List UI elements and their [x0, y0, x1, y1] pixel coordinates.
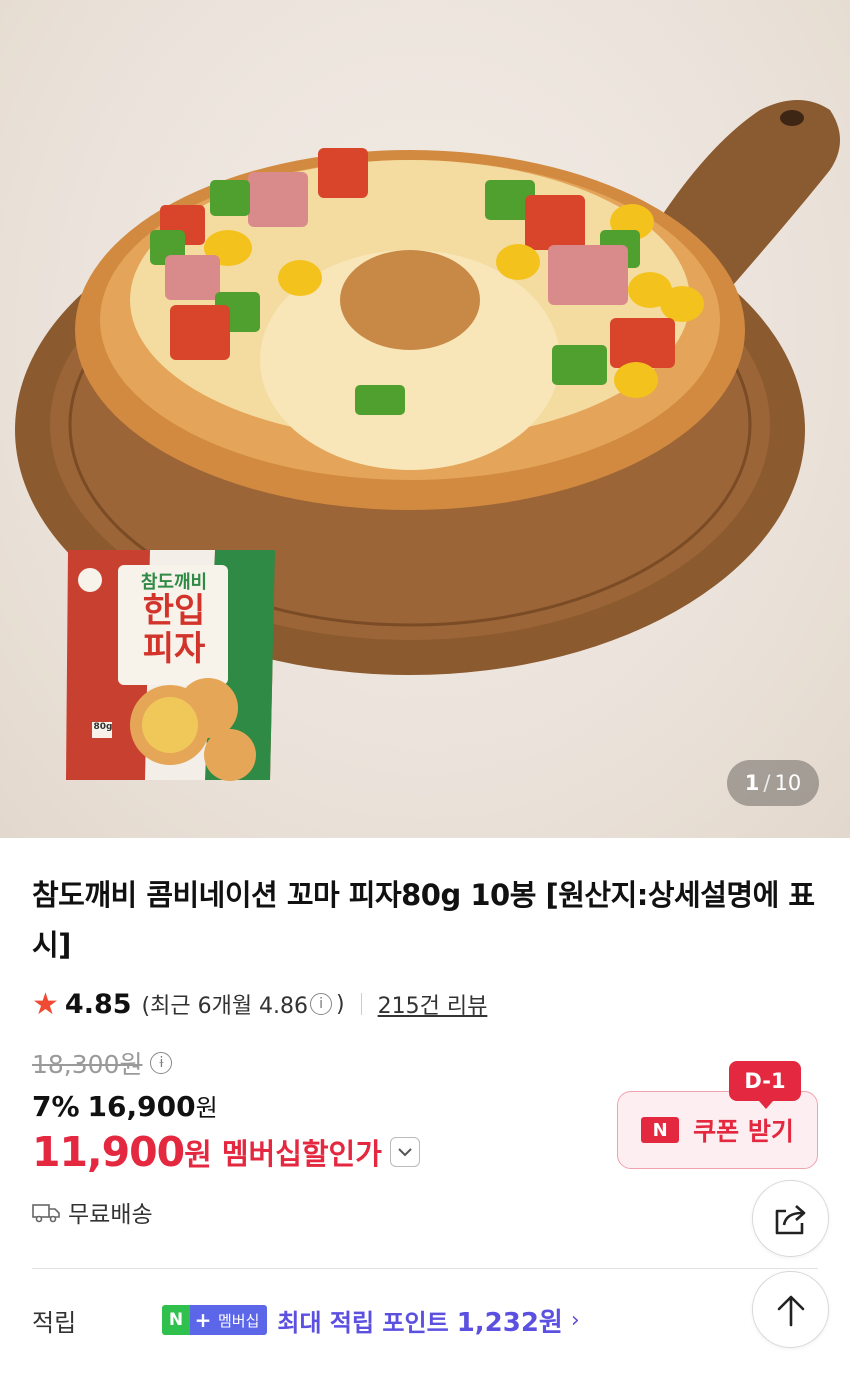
truck-icon — [32, 1204, 60, 1223]
original-price-row: 18,300원 i — [32, 1045, 176, 1081]
discount-price-row: 7% 16,900원 — [32, 1088, 218, 1123]
plus-icon: + — [190, 1305, 216, 1335]
member-price-unit: 원 — [184, 1138, 212, 1173]
discounted-price-unit: 원 — [195, 1094, 218, 1122]
max-points-amount: 1,232원 — [456, 1307, 563, 1338]
product-image-gallery[interactable]: 참도깨비 한입 피자 80g 1 / 10 — [0, 0, 850, 838]
gallery-total: 10 — [774, 771, 802, 795]
coupon-label: 쿠폰 받기 — [693, 1117, 794, 1146]
scroll-to-top-button[interactable] — [752, 1271, 829, 1348]
arrow-up-icon — [777, 1295, 804, 1326]
section-divider — [32, 1268, 818, 1269]
max-points-label: 최대 적립 포인트 — [277, 1308, 449, 1337]
discount-rate: 7% — [32, 1090, 80, 1123]
divider — [360, 993, 362, 1015]
package-name-line2: 피자 — [142, 629, 206, 669]
package-name-line1: 한입 — [142, 591, 206, 631]
original-price: 18,300원 — [32, 1050, 143, 1079]
chevron-down-icon[interactable] — [389, 1137, 420, 1167]
member-price: 11,900 — [32, 1128, 185, 1176]
share-icon — [775, 1204, 805, 1234]
recent-rating-close: ) — [336, 991, 345, 1017]
naver-plus-membership-badge: N + 멤버십 — [162, 1305, 268, 1335]
share-button[interactable] — [752, 1180, 829, 1257]
points-label: 적립 — [32, 1308, 77, 1337]
membership-badge-text: 멤버십 — [216, 1305, 268, 1335]
dday-badge: D-1 — [729, 1061, 801, 1109]
shipping-row: 무료배송 — [32, 1195, 153, 1229]
discounted-price: 16,900 — [87, 1090, 196, 1123]
recent-rating-text: (최근 6개월 4.86 — [141, 994, 309, 1019]
pizza-photo — [15, 100, 840, 675]
naver-coupon-icon: N — [641, 1117, 680, 1143]
info-icon[interactable]: i — [310, 993, 333, 1015]
rating-row: ★ 4.85 (최근 6개월 4.86 i ) 215건 리뷰 — [32, 984, 487, 1024]
member-price-label: 멤버십할인가 — [221, 1137, 382, 1171]
gallery-current: 1 — [744, 771, 760, 795]
rating-score: 4.85 — [64, 988, 132, 1020]
member-price-row: 11,900 원 멤버십할인가 — [32, 1128, 420, 1176]
gallery-separator: / — [763, 771, 771, 795]
product-title: 참도깨비 콤비네이션 꼬마 피자80g 10봉 [원산지:상세설명에 표시] — [32, 878, 815, 962]
chevron-right-icon: › — [570, 1307, 580, 1333]
gallery-counter: 1 / 10 — [727, 760, 819, 806]
shipping-label: 무료배송 — [68, 1202, 153, 1228]
review-count-link[interactable]: 215건 리뷰 — [378, 988, 488, 1020]
package-weight: 80g — [93, 722, 113, 732]
price-info-icon[interactable]: i — [150, 1052, 173, 1074]
coupon-button[interactable]: N 쿠폰 받기 — [617, 1091, 818, 1169]
points-row[interactable]: 적립 N + 멤버십 최대 적립 포인트 1,232원 › — [32, 1300, 580, 1340]
star-icon: ★ — [32, 986, 59, 1022]
naver-n-icon: N — [162, 1305, 190, 1335]
